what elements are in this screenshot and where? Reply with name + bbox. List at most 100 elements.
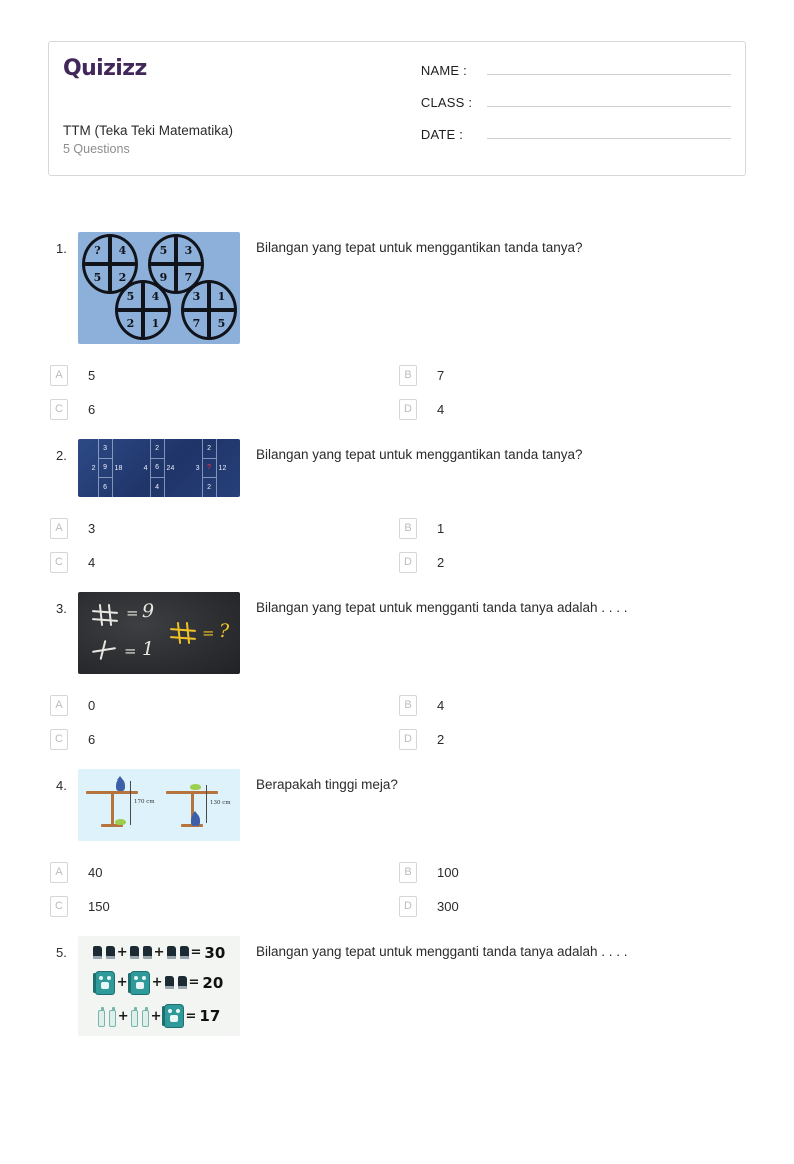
logo-text: Quizizz bbox=[63, 56, 147, 81]
plus-sign: + bbox=[153, 945, 165, 961]
equation-result: 17 bbox=[199, 1007, 221, 1026]
circle-quadrant: 4 bbox=[151, 290, 160, 303]
plus-sign: + bbox=[116, 945, 128, 961]
option-b[interactable]: B 1 bbox=[397, 511, 746, 545]
option-c[interactable]: C 6 bbox=[48, 392, 397, 426]
grid-bottom: 4 bbox=[155, 483, 159, 491]
option-a[interactable]: A 3 bbox=[48, 511, 397, 545]
question-text: Berapakah tinggi meja? bbox=[256, 777, 398, 792]
circle-quadrant: 7 bbox=[192, 317, 201, 330]
circle-quadrant: 3 bbox=[184, 244, 193, 257]
question-row: 4. 170 cm 130 cm Berapakah tinggi meja? bbox=[48, 769, 746, 841]
backpack-icon bbox=[161, 1004, 184, 1029]
grid-top: 3 bbox=[103, 445, 107, 453]
option-a[interactable]: A 5 bbox=[48, 358, 397, 392]
equals-sign: = bbox=[124, 642, 137, 660]
measurement-label: 130 cm bbox=[210, 800, 231, 806]
option-letter: B bbox=[399, 517, 417, 539]
circle-quadrant: 1 bbox=[217, 290, 226, 303]
header-left: Quizizz TTM (Teka Teki Matematika) 5 Que… bbox=[49, 42, 411, 175]
class-field-row: CLASS : bbox=[421, 92, 731, 110]
option-a[interactable]: A 0 bbox=[48, 688, 397, 722]
option-d[interactable]: D 2 bbox=[397, 722, 746, 756]
option-text: 150 bbox=[88, 898, 110, 914]
backpack-icon bbox=[92, 970, 115, 995]
bottles-icon bbox=[130, 1005, 149, 1028]
circle-quadrant: 4 bbox=[118, 244, 127, 257]
question-row: 1. ? 4 5 2 5 3 9 7 5 4 2 1 3 1 7 5 Bilan… bbox=[48, 232, 746, 344]
option-letter: B bbox=[399, 694, 417, 716]
date-label: DATE : bbox=[420, 127, 464, 142]
hash-grid-yellow-icon bbox=[169, 621, 197, 645]
icon-equations-illustration: + + = 30 + + = 20 + + = 17 bbox=[78, 936, 240, 1036]
number-cross-grid-illustration: 2 3 9 6 18 4 2 6 4 24 3 2 ? 2 12 bbox=[78, 439, 240, 497]
name-label: NAME : bbox=[420, 63, 467, 78]
quiz-info: TTM (Teka Teki Matematika) 5 Questions bbox=[63, 121, 411, 175]
boots-icon bbox=[129, 946, 152, 960]
option-d[interactable]: D 4 bbox=[397, 392, 746, 426]
question-number: 5. bbox=[56, 945, 67, 960]
cat-icon bbox=[116, 776, 125, 791]
question-image: 170 cm 130 cm bbox=[78, 769, 240, 841]
turtle-icon bbox=[190, 784, 201, 790]
option-text: 4 bbox=[88, 554, 96, 570]
name-input[interactable] bbox=[486, 60, 731, 75]
chalkboard-illustration: = 9 = 1 = ? bbox=[78, 592, 240, 674]
plus-sign: + bbox=[151, 975, 163, 991]
circle-4: 3 1 7 5 bbox=[181, 280, 237, 340]
circle-quadrant: 3 bbox=[192, 290, 201, 303]
answer-options: A 5 B 7 C 6 D 4 bbox=[48, 358, 746, 426]
option-b[interactable]: B 7 bbox=[397, 358, 746, 392]
question-number: 1. bbox=[56, 241, 67, 256]
question-number: 4. bbox=[56, 778, 67, 793]
grid-center-column: 2 6 4 bbox=[149, 439, 165, 497]
option-d[interactable]: D 2 bbox=[397, 545, 746, 579]
option-b[interactable]: B 100 bbox=[397, 855, 746, 889]
question-row: 3. = 9 = 1 = ? Bilangan yang tepat untuk… bbox=[48, 592, 746, 674]
question-mark: ? bbox=[219, 620, 230, 642]
cross-white-icon bbox=[91, 640, 117, 660]
circle-3: 5 4 2 1 bbox=[115, 280, 171, 340]
grid-bottom: 6 bbox=[103, 483, 107, 491]
equals-sign: = bbox=[202, 624, 215, 642]
option-text: 6 bbox=[88, 731, 96, 747]
grid-top: 2 bbox=[207, 445, 211, 453]
circle-quadrant: ? bbox=[94, 244, 101, 257]
option-c[interactable]: C 4 bbox=[48, 545, 397, 579]
class-input[interactable] bbox=[486, 92, 731, 107]
date-input[interactable] bbox=[486, 124, 731, 139]
option-text: 300 bbox=[437, 898, 459, 914]
option-text: 1 bbox=[437, 520, 445, 536]
option-d[interactable]: D 300 bbox=[397, 889, 746, 923]
grid-left: 4 bbox=[143, 464, 148, 472]
circle-quadrant: 5 bbox=[126, 290, 135, 303]
option-letter: C bbox=[50, 398, 68, 420]
option-c[interactable]: C 6 bbox=[48, 722, 397, 756]
option-letter: D bbox=[399, 551, 417, 573]
boots-icon bbox=[166, 946, 189, 960]
boots-icon bbox=[92, 946, 115, 960]
quizizz-logo: Quizizz bbox=[63, 58, 411, 80]
question-text: Bilangan yang tepat untuk mengganti tand… bbox=[256, 944, 628, 959]
grid-group: 2 3 9 6 18 bbox=[90, 439, 125, 497]
page-title: TTM (Teka Teki Matematika) bbox=[63, 122, 234, 138]
question-item: 5. + + = 30 + + = 20 + + = 17 Bilangan y… bbox=[48, 936, 746, 1036]
equation-row-3: + + = 17 bbox=[82, 1004, 236, 1029]
grid-bottom: 2 bbox=[207, 483, 211, 491]
question-row: 2. 2 3 9 6 18 4 2 6 4 24 3 2 ? 2 12 Bila… bbox=[48, 439, 746, 497]
question-image: = 9 = 1 = ? bbox=[78, 592, 240, 674]
question-item: 1. ? 4 5 2 5 3 9 7 5 4 2 1 3 1 7 5 Bilan… bbox=[48, 232, 746, 426]
option-b[interactable]: B 4 bbox=[397, 688, 746, 722]
option-a[interactable]: A 40 bbox=[48, 855, 397, 889]
boots-icon bbox=[164, 976, 187, 990]
option-letter: A bbox=[50, 364, 68, 386]
date-field-row: DATE : bbox=[421, 124, 731, 142]
question-text: Bilangan yang tepat untuk mengganti tand… bbox=[256, 600, 628, 615]
question-image: 2 3 9 6 18 4 2 6 4 24 3 2 ? 2 12 bbox=[78, 439, 240, 497]
grid-center-question-mark: ? bbox=[202, 458, 216, 478]
circle-quadrant: 1 bbox=[151, 317, 160, 330]
option-c[interactable]: C 150 bbox=[48, 889, 397, 923]
table-height-illustration: 170 cm 130 cm bbox=[78, 769, 240, 841]
grid-left: 3 bbox=[195, 464, 200, 472]
option-text: 4 bbox=[437, 697, 445, 713]
